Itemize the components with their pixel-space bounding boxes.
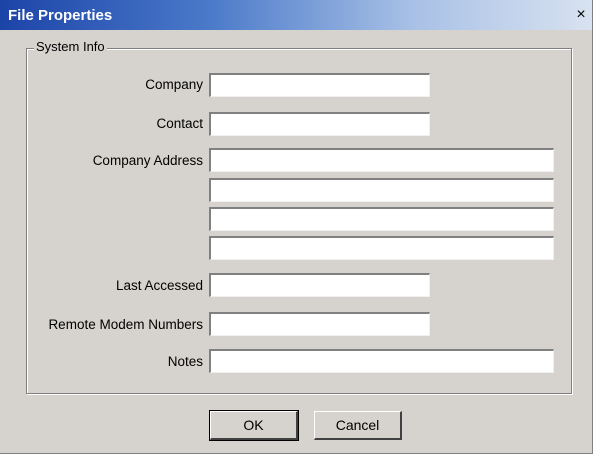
company-address-line-4[interactable] [209, 236, 554, 260]
company-address-line-2[interactable] [209, 178, 554, 202]
ok-button[interactable]: OK [209, 410, 299, 441]
last-accessed-label: Last Accessed [115, 278, 203, 293]
last-accessed-field[interactable] [209, 273, 430, 297]
close-icon[interactable]: × [574, 7, 588, 23]
company-label: Company [145, 77, 203, 92]
cancel-button[interactable]: Cancel [314, 411, 402, 440]
contact-label: Contact [156, 116, 203, 131]
window-title: File Properties [8, 7, 113, 24]
title-bar[interactable]: File Properties × [0, 0, 592, 30]
remote-modem-numbers-field[interactable] [209, 312, 430, 336]
company-field[interactable] [209, 73, 430, 97]
file-properties-dialog: File Properties × System Info Company Co… [0, 0, 593, 454]
contact-field[interactable] [209, 112, 430, 136]
system-info-legend: System Info [34, 39, 107, 54]
notes-label: Notes [167, 354, 203, 369]
company-address-label: Company Address [92, 153, 203, 168]
company-address-line-3[interactable] [209, 207, 554, 231]
company-address-line-1[interactable] [209, 148, 554, 172]
notes-field[interactable] [209, 349, 554, 373]
remote-modem-numbers-label: Remote Modem Numbers [48, 317, 203, 332]
